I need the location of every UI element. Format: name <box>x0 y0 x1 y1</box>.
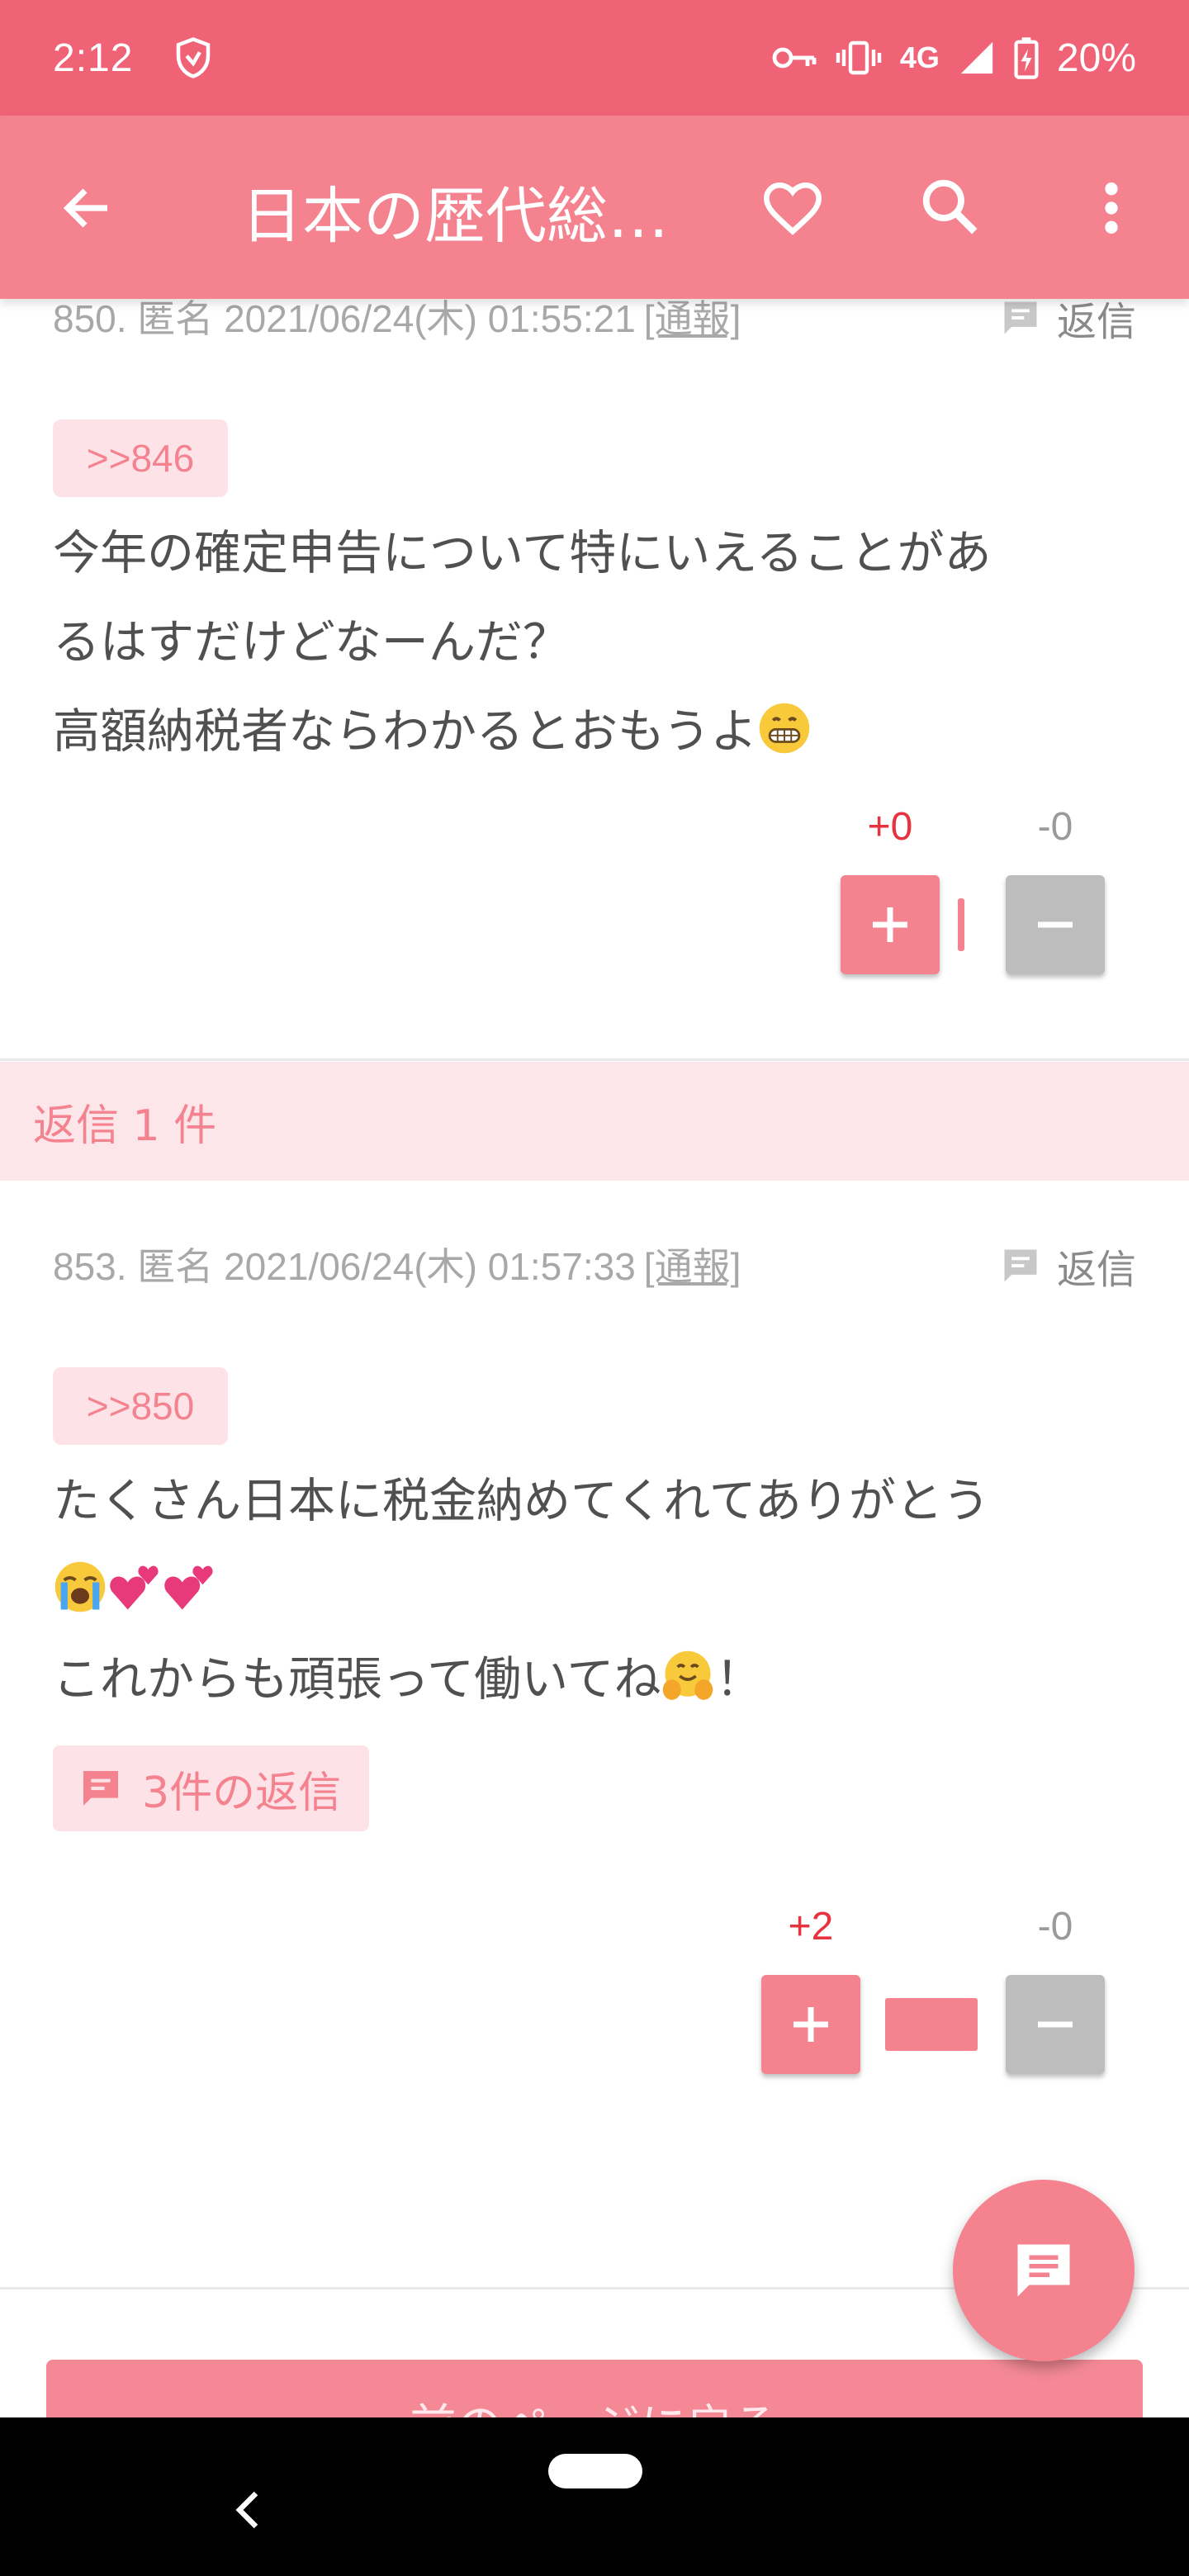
body-line: るはすだけどなーんだ？ <box>53 615 570 670</box>
upvote-button[interactable] <box>841 875 940 974</box>
post-meta-text: 850. 匿名 2021/06/24(木) 01:55:21 <box>53 299 636 340</box>
thread-content: 850. 匿名 2021/06/24(木) 01:55:21 [通報] 返信 >>… <box>0 299 1189 2417</box>
nav-home-pill[interactable] <box>548 2454 642 2488</box>
reply-label: 返信 <box>1056 299 1136 345</box>
post-meta-text: 853. 匿名 2021/06/24(木) 01:57:33 <box>53 1245 636 1288</box>
divider <box>0 1058 1189 1061</box>
vpn-key-icon <box>772 47 817 69</box>
more-vert-icon[interactable] <box>1095 175 1128 241</box>
post-body: たくさん日本に税金納めてくれてありがとう これからも頑張って働いてね ！ <box>53 1456 1143 1724</box>
vote-ratio-bar <box>885 1998 978 2051</box>
body-line: これからも頑張って働いてね <box>53 1652 661 1707</box>
vote-plus-count: +2 <box>788 1905 834 1949</box>
body-line: たくさん日本に税金納めてくれてありがとう <box>53 1474 990 1528</box>
prev-page-button[interactable]: 前のページに戻る <box>46 2360 1143 2417</box>
back-arrow-icon[interactable] <box>58 178 117 238</box>
body-line: 高額納税者ならわかるとおもうよ <box>53 704 758 759</box>
vote-minus-count: -0 <box>1037 1905 1073 1949</box>
page-title: 日本の歴代総… <box>241 181 669 252</box>
body-tail: ！ <box>715 1652 763 1707</box>
screen: 2:12 4G 20% 日本の歴代総… 850. 匿名 2021/06/24(木… <box>0 0 1189 2576</box>
signal-icon <box>960 41 993 74</box>
shield-icon <box>177 37 211 78</box>
battery-percent: 20% <box>1056 36 1136 80</box>
reply-label: 返信 <box>1056 1247 1136 1293</box>
vibrate-icon <box>836 40 882 75</box>
reply-button[interactable]: 返信 <box>999 1237 1136 1295</box>
plus-icon <box>873 907 907 942</box>
grinning-face-emoji-icon <box>760 703 810 754</box>
hugging-face-emoji-icon <box>663 1650 713 1700</box>
anchor-link[interactable]: >>846 <box>53 419 228 497</box>
status-time: 2:12 <box>53 36 134 80</box>
comment-icon <box>1004 301 1037 334</box>
app-bar: 日本の歴代総… <box>0 116 1189 299</box>
vote-minus-count: -0 <box>1037 805 1073 849</box>
upvote-button[interactable] <box>761 1975 860 2074</box>
vote-plus-count: +0 <box>867 805 913 849</box>
vote-ratio-bar <box>958 898 964 951</box>
favorite-heart-icon[interactable] <box>760 175 826 241</box>
downvote-button[interactable] <box>1006 875 1105 974</box>
downvote-button[interactable] <box>1006 1975 1105 2074</box>
comment-icon <box>1017 2244 1070 2297</box>
minus-icon <box>1038 921 1073 928</box>
compose-fab[interactable] <box>953 2180 1135 2361</box>
post-body: 今年の確定申告について特にいえることがあ るはすだけどなーんだ？ 高額納税者なら… <box>53 509 1143 776</box>
two-hearts-emoji-icon <box>110 1565 159 1610</box>
system-nav-bar <box>0 2417 1189 2576</box>
status-bar: 2:12 4G 20% <box>0 0 1189 116</box>
plus-icon <box>793 2007 828 2042</box>
nav-back-icon[interactable] <box>230 2490 263 2530</box>
comment-icon <box>83 1771 118 1806</box>
status-icons: 4G 20% <box>771 36 1136 81</box>
network-type: 4G <box>899 40 940 74</box>
comment-icon <box>1004 1249 1037 1282</box>
post-meta: 850. 匿名 2021/06/24(木) 01:55:21 [通報] <box>53 299 741 343</box>
crying-face-emoji-icon <box>54 1561 106 1612</box>
reply-button[interactable]: 返信 <box>999 299 1136 347</box>
body-line: 今年の確定申告について特にいえることがあ <box>53 526 992 580</box>
view-replies-button[interactable]: 3件の返信 <box>53 1745 370 1831</box>
replies-count-label: 3件の返信 <box>142 1768 342 1818</box>
report-link[interactable]: [通報] <box>644 299 741 340</box>
reply-section-header: 返信 1 件 <box>0 1062 1189 1181</box>
report-link[interactable]: [通報] <box>644 1245 741 1288</box>
post-meta: 853. 匿名 2021/06/24(木) 01:57:33 [通報] <box>53 1237 741 1291</box>
battery-charging-icon <box>1014 37 1039 79</box>
two-hearts-emoji-icon <box>164 1565 213 1610</box>
minus-icon <box>1038 2021 1073 2028</box>
anchor-link[interactable]: >>850 <box>53 1367 228 1445</box>
search-icon[interactable] <box>918 175 983 239</box>
